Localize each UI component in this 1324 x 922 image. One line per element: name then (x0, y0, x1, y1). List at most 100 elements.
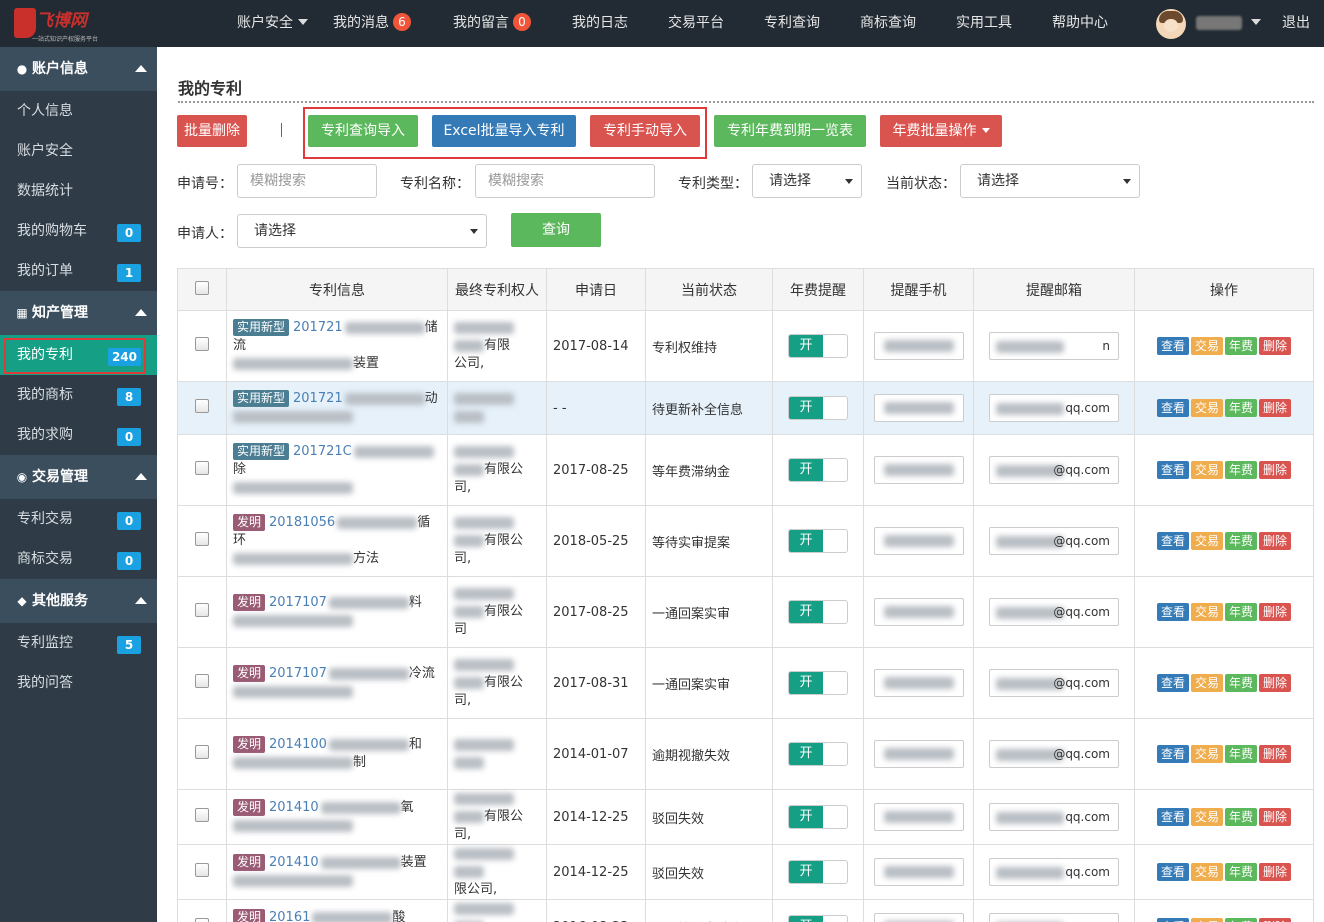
fee-reminder-toggle[interactable]: 开 (788, 805, 848, 829)
fee-button[interactable]: 年费 (1225, 674, 1258, 692)
nav-account-security[interactable]: 账户安全 (237, 0, 308, 47)
phone-field[interactable] (873, 394, 964, 422)
delete-button[interactable]: 删除 (1259, 603, 1292, 621)
patent-number-link[interactable]: 201721C (293, 444, 352, 459)
email-field[interactable]: qq.com (989, 803, 1119, 831)
import-manual-button[interactable]: 专利手动导入 (590, 115, 700, 147)
row-checkbox[interactable] (195, 399, 209, 413)
nav-trading[interactable]: 交易平台 (668, 0, 724, 47)
fee-reminder-toggle[interactable]: 开 (788, 458, 848, 482)
phone-field[interactable] (873, 803, 964, 831)
table-row[interactable]: 实用新型 201721C除 有限公 司, 2017-08-25 等年费滞纳金开 @qq.co… (177, 434, 1314, 506)
sidebar-item-trademark-trade[interactable]: 商标交易 0 (0, 539, 157, 579)
delete-button[interactable]: 删除 (1259, 399, 1292, 417)
delete-button[interactable]: 删除 (1259, 337, 1292, 355)
nav-messages[interactable]: 我的消息 6 (333, 0, 411, 47)
fee-button[interactable]: 年费 (1225, 337, 1258, 355)
sidebar-item-stats[interactable]: 数据统计 (0, 171, 157, 211)
import-excel-button[interactable]: Excel批量导入专利 (432, 115, 576, 147)
row-checkbox[interactable] (195, 337, 209, 351)
sidebar-item-qa[interactable]: 我的问答 (0, 663, 157, 703)
fee-button[interactable]: 年费 (1225, 808, 1258, 826)
email-field[interactable]: @qq.com (989, 669, 1119, 697)
fee-button[interactable]: 年费 (1225, 603, 1258, 621)
trade-button[interactable]: 交易 (1190, 461, 1223, 479)
fee-button[interactable]: 年费 (1225, 399, 1258, 417)
fee-reminder-toggle[interactable]: 开 (788, 396, 848, 420)
patent-number-link[interactable]: 2014100 (269, 737, 327, 752)
fee-reminder-toggle[interactable]: 开 (788, 334, 848, 358)
table-row[interactable]: 发明 20181056 循环 方法 有限公 司, 2018-05-25 等待实审提案开 @qq.… (177, 505, 1314, 577)
app-no-input[interactable]: 模糊搜索 (237, 164, 377, 198)
email-field[interactable]: n (989, 332, 1119, 360)
phone-field[interactable] (873, 858, 964, 886)
sidebar-section-other[interactable]: ◆ 其他服务 (0, 579, 157, 623)
email-field[interactable]: qq.com (989, 913, 1119, 922)
patent-number-link[interactable]: 201410 (269, 855, 319, 870)
patent-number-link[interactable]: 201721 (293, 391, 343, 406)
table-row[interactable]: 发明 2017107 料有限公司 2017-08-25 一通回案实审开 @qq.com 查看… (177, 576, 1314, 648)
view-button[interactable]: 查看 (1156, 808, 1189, 826)
phone-field[interactable] (873, 913, 964, 922)
sidebar-section-account[interactable]: ● 账户信息 (0, 47, 157, 91)
nav-tools[interactable]: 实用工具 (956, 0, 1012, 47)
sidebar-item-wanted[interactable]: 我的求购 0 (0, 415, 157, 455)
trade-button[interactable]: 交易 (1190, 674, 1223, 692)
trade-button[interactable]: 交易 (1190, 863, 1223, 881)
view-button[interactable]: 查看 (1156, 863, 1189, 881)
fee-reminder-toggle[interactable]: 开 (788, 915, 848, 922)
trade-button[interactable]: 交易 (1190, 337, 1223, 355)
delete-button[interactable]: 删除 (1259, 674, 1292, 692)
table-row[interactable]: 实用新型 201721 储流 装置 有限 公司, 2017-08-14 专利权维持开 n 查看 交易… (177, 310, 1314, 382)
trade-button[interactable]: 交易 (1190, 399, 1223, 417)
select-all-checkbox[interactable] (195, 280, 209, 295)
patent-number-link[interactable]: 20181056 (269, 515, 335, 530)
phone-field[interactable] (873, 598, 964, 626)
table-row[interactable]: 发明 2014100 和制 2014-01-07 逾期视撤失效开 @qq.com 查看 交易年… (177, 718, 1314, 790)
nav-help[interactable]: 帮助中心 (1052, 0, 1108, 47)
email-field[interactable]: @qq.com (989, 456, 1119, 484)
sidebar-item-profile[interactable]: 个人信息 (0, 91, 157, 131)
fee-button[interactable]: 年费 (1225, 745, 1258, 763)
phone-field[interactable] (873, 669, 964, 697)
delete-button[interactable]: 删除 (1259, 532, 1292, 550)
nav-trademark-query[interactable]: 商标查询 (860, 0, 916, 47)
email-field[interactable]: qq.com (989, 858, 1119, 886)
sidebar-item-monitor[interactable]: 专利监控 5 (0, 623, 157, 663)
fee-reminder-toggle[interactable]: 开 (788, 529, 848, 553)
patent-number-link[interactable]: 20161 (269, 910, 310, 922)
fee-batch-dropdown[interactable]: 年费批量操作 (880, 115, 1002, 147)
phone-field[interactable] (873, 527, 964, 555)
row-checkbox[interactable] (195, 461, 209, 475)
fee-button[interactable]: 年费 (1225, 532, 1258, 550)
view-button[interactable]: 查看 (1156, 532, 1189, 550)
phone-field[interactable] (873, 456, 964, 484)
table-row[interactable]: 发明20161 酸 有限公司2016-08-23驳回等复审请求开 qq.com 查看交易… (177, 899, 1314, 922)
view-button[interactable]: 查看 (1156, 461, 1189, 479)
view-button[interactable]: 查看 (1156, 674, 1189, 692)
table-row[interactable]: 发明 2017107 冷流 有限公 司, 2017-08-31 一通回案实审开 @qq.com… (177, 647, 1314, 719)
nav-logs[interactable]: 我的日志 (572, 0, 628, 47)
row-checkbox[interactable] (195, 532, 209, 546)
view-button[interactable]: 查看 (1156, 918, 1189, 922)
patent-number-link[interactable]: 201410 (269, 800, 319, 815)
username-redacted[interactable] (1196, 16, 1242, 30)
avatar[interactable] (1156, 9, 1186, 39)
trade-button[interactable]: 交易 (1190, 808, 1223, 826)
row-checkbox[interactable] (195, 745, 209, 759)
delete-button[interactable]: 删除 (1259, 808, 1292, 826)
patent-number-link[interactable]: 201721 (293, 320, 343, 335)
status-select[interactable]: 请选择 (960, 164, 1140, 198)
table-row[interactable]: 发明 201410 氧 有限公司, 2014-12-25 驳回失效开 qq.com 查看 交易年… (177, 789, 1314, 845)
phone-field[interactable] (873, 740, 964, 768)
nav-patent-query[interactable]: 专利查询 (764, 0, 820, 47)
row-checkbox[interactable] (195, 918, 209, 922)
type-select[interactable]: 请选择 (752, 164, 862, 198)
view-button[interactable]: 查看 (1156, 399, 1189, 417)
sidebar-item-orders[interactable]: 我的订单 1 (0, 251, 157, 291)
view-button[interactable]: 查看 (1156, 337, 1189, 355)
sidebar-item-patent-trade[interactable]: 专利交易 0 (0, 499, 157, 539)
sidebar-item-security[interactable]: 账户安全 (0, 131, 157, 171)
row-checkbox[interactable] (195, 603, 209, 617)
fee-list-button[interactable]: 专利年费到期一览表 (714, 115, 866, 147)
